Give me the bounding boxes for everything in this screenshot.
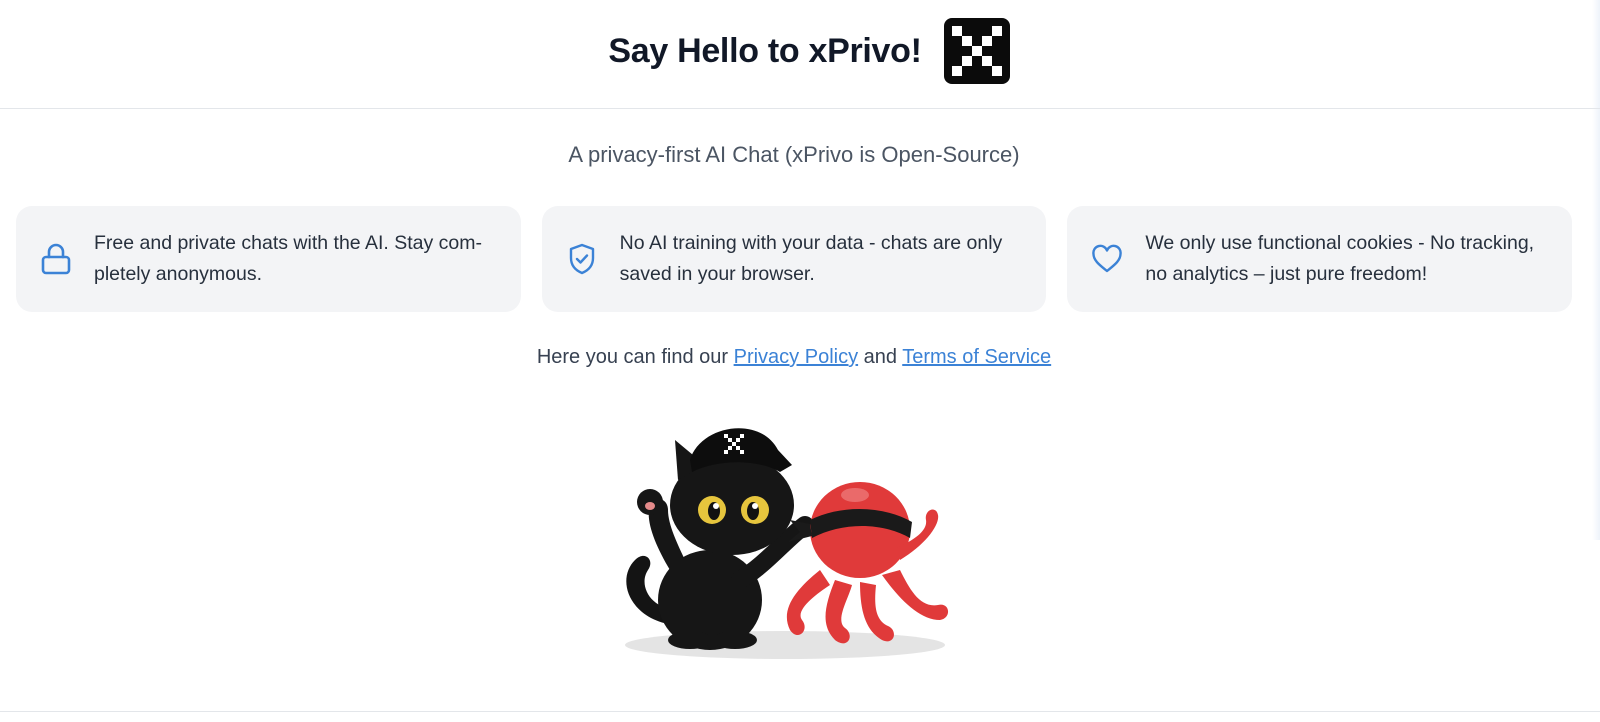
feature-text: We only use functional cookies - No trac… — [1145, 232, 1535, 285]
shield-check-icon — [566, 243, 598, 275]
page-header: Say Hello to xPrivo! — [0, 0, 1600, 109]
cat-and-octopus-mascot-illustration — [620, 420, 970, 670]
feature-card-no-tracking: We only use functional cookies - No trac… — [1067, 206, 1573, 312]
legal-links-middle: and — [858, 346, 903, 368]
lock-icon — [40, 243, 72, 275]
feature-cards: Free and private chats with the AI. Stay… — [16, 206, 1573, 312]
feature-text: No AI training with your data - chats ar… — [619, 232, 1003, 285]
page-title: Say Hello to xPrivo! — [608, 31, 922, 70]
feature-card-anonymous: Free and private chats with the AI. Stay… — [16, 206, 521, 312]
legal-links: Here you can find our Privacy Policy and… — [0, 346, 1588, 369]
xprivo-logo-icon — [943, 18, 1010, 84]
terms-of-service-link[interactable]: Terms of Service — [902, 346, 1051, 368]
header-inner: Say Hello to xPrivo! — [608, 18, 1010, 84]
privacy-policy-link[interactable]: Privacy Policy — [734, 346, 858, 368]
page-subtitle: A privacy-first AI Chat (xPrivo is Open-… — [568, 142, 1020, 167]
feature-text: Free and private chats with the AI. Stay… — [94, 232, 483, 285]
legal-links-prefix: Here you can find our — [536, 346, 734, 368]
heart-icon — [1091, 243, 1123, 275]
feature-card-no-training: No AI training with your data - chats ar… — [541, 206, 1047, 312]
bottom-divider — [0, 711, 1600, 712]
